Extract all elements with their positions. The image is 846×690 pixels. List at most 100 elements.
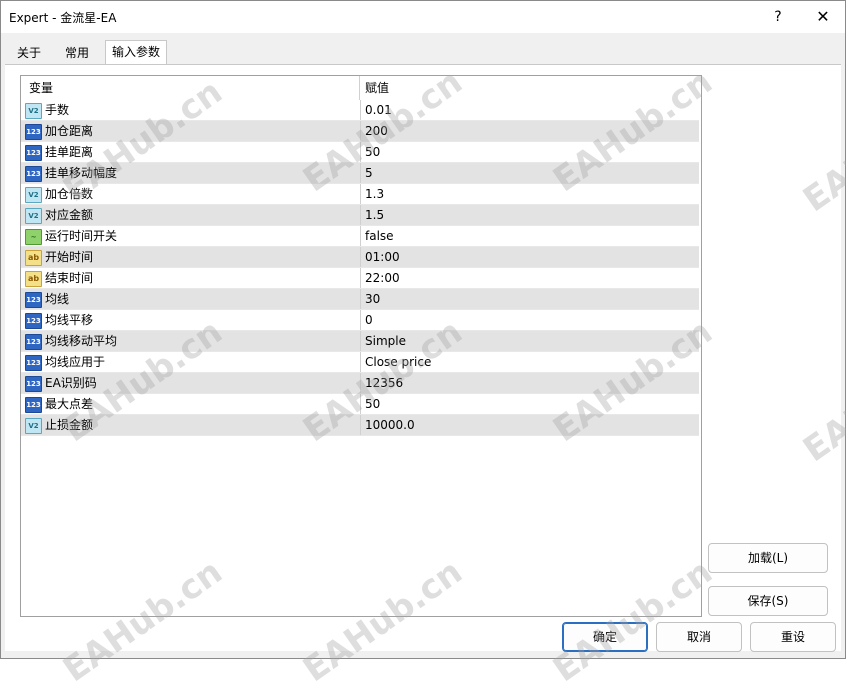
variable-cell: 123 挂单距离	[23, 142, 359, 163]
table-row[interactable]: 123 均线应用于 Close price	[21, 352, 699, 373]
table-row[interactable]: 123 最大点差 50	[21, 394, 699, 415]
cancel-button[interactable]: 取消	[656, 622, 742, 652]
variable-name: 挂单距离	[45, 145, 94, 159]
variable-cell: V2 止损金额	[23, 415, 359, 436]
variable-name: 挂单移动幅度	[45, 166, 118, 180]
value-cell[interactable]: false	[360, 226, 699, 247]
variable-value[interactable]: Close price	[365, 352, 431, 373]
int-type-icon: 123	[25, 166, 42, 182]
window-title: Expert - 金流星-EA	[9, 11, 117, 25]
variable-cell: ab 开始时间	[23, 247, 359, 268]
value-cell[interactable]: 10000.0	[360, 415, 699, 436]
variable-value[interactable]: 200	[365, 121, 388, 142]
value-cell[interactable]: 50	[360, 142, 699, 163]
dbl-type-icon: V2	[25, 418, 42, 434]
table-row[interactable]: V2 手数 0.01	[21, 100, 699, 121]
variable-value[interactable]: 01:00	[365, 247, 400, 268]
str-type-icon: ab	[25, 271, 42, 287]
variable-name: 加仓倍数	[45, 187, 94, 201]
variable-value[interactable]: 50	[365, 142, 380, 163]
value-cell[interactable]: Close price	[360, 352, 699, 373]
int-type-icon: 123	[25, 124, 42, 140]
variable-name: 运行时间开关	[45, 229, 118, 243]
table-row[interactable]: ~ 运行时间开关 false	[21, 226, 699, 247]
close-icon[interactable]: ✕	[809, 5, 837, 29]
tab-inputs[interactable]: 输入参数	[105, 40, 168, 65]
variable-cell: V2 对应金额	[23, 205, 359, 226]
reset-button[interactable]: 重设	[750, 622, 836, 652]
table-row[interactable]: 123 均线移动平均 Simple	[21, 331, 699, 352]
value-cell[interactable]: 50	[360, 394, 699, 415]
table-row[interactable]: V2 加仓倍数 1.3	[21, 184, 699, 205]
table-row[interactable]: 123 EA识别码 12356	[21, 373, 699, 394]
dbl-type-icon: V2	[25, 187, 42, 203]
variable-value[interactable]: 0	[365, 310, 373, 331]
variable-name: 加仓距离	[45, 124, 94, 138]
variable-value[interactable]: 5	[365, 163, 373, 184]
variable-cell: 123 最大点差	[23, 394, 359, 415]
header-value[interactable]: 赋值	[365, 76, 389, 100]
int-type-icon: 123	[25, 397, 42, 413]
dbl-type-icon: V2	[25, 208, 42, 224]
dbl-type-icon: V2	[25, 103, 42, 119]
variable-name: 均线	[45, 292, 70, 306]
variable-value[interactable]: 12356	[365, 373, 403, 394]
variable-cell: 123 均线平移	[23, 310, 359, 331]
int-type-icon: 123	[25, 145, 42, 161]
variable-value[interactable]: 10000.0	[365, 415, 415, 436]
variable-name: 均线移动平均	[45, 334, 118, 348]
int-type-icon: 123	[25, 376, 42, 392]
value-cell[interactable]: 30	[360, 289, 699, 310]
variable-value[interactable]: 1.5	[365, 205, 384, 226]
load-button[interactable]: 加载(L)	[708, 543, 828, 573]
title-bar: Expert - 金流星-EA ? ✕	[1, 1, 845, 33]
int-type-icon: 123	[25, 313, 42, 329]
variable-value[interactable]: 30	[365, 289, 380, 310]
value-cell[interactable]: 0	[360, 310, 699, 331]
variable-value[interactable]: 1.3	[365, 184, 384, 205]
parameters-grid[interactable]: 变量 赋值 V2 手数 0.01 123 加仓距离 200 123 挂单距离 50 123 挂单移动…	[20, 75, 702, 617]
value-cell[interactable]: Simple	[360, 331, 699, 352]
variable-value[interactable]: false	[365, 226, 394, 247]
value-cell[interactable]: 5	[360, 163, 699, 184]
variable-value[interactable]: 50	[365, 394, 380, 415]
table-row[interactable]: 123 均线平移 0	[21, 310, 699, 331]
tab-common[interactable]: 常用	[59, 43, 95, 63]
value-cell[interactable]: 1.3	[360, 184, 699, 205]
value-cell[interactable]: 0.01	[360, 100, 699, 121]
table-row[interactable]: V2 止损金额 10000.0	[21, 415, 699, 436]
variable-cell: 123 均线移动平均	[23, 331, 359, 352]
variable-name: 结束时间	[45, 271, 94, 285]
column-separator[interactable]	[359, 76, 360, 100]
tab-about[interactable]: 关于	[11, 43, 47, 63]
save-button[interactable]: 保存(S)	[708, 586, 828, 616]
variable-value[interactable]: 22:00	[365, 268, 400, 289]
value-cell[interactable]: 12356	[360, 373, 699, 394]
table-row[interactable]: ab 结束时间 22:00	[21, 268, 699, 289]
variable-name: 最大点差	[45, 397, 94, 411]
value-cell[interactable]: 1.5	[360, 205, 699, 226]
table-row[interactable]: 123 挂单距离 50	[21, 142, 699, 163]
table-row[interactable]: 123 挂单移动幅度 5	[21, 163, 699, 184]
variable-cell: 123 均线应用于	[23, 352, 359, 373]
header-variable[interactable]: 变量	[29, 76, 53, 100]
ok-button[interactable]: 确定	[562, 622, 648, 652]
table-row[interactable]: V2 对应金额 1.5	[21, 205, 699, 226]
row-divider	[21, 435, 699, 436]
variable-value[interactable]: 0.01	[365, 100, 392, 121]
value-cell[interactable]: 01:00	[360, 247, 699, 268]
value-cell[interactable]: 22:00	[360, 268, 699, 289]
table-row[interactable]: 123 加仓距离 200	[21, 121, 699, 142]
table-row[interactable]: ab 开始时间 01:00	[21, 247, 699, 268]
bool-type-icon: ~	[25, 229, 42, 245]
variable-cell: 123 均线	[23, 289, 359, 310]
variable-name: 开始时间	[45, 250, 94, 264]
grid-header: 变量 赋值	[21, 76, 701, 100]
value-cell[interactable]: 200	[360, 121, 699, 142]
variable-name: 对应金额	[45, 208, 94, 222]
variable-cell: 123 加仓距离	[23, 121, 359, 142]
variable-cell: 123 挂单移动幅度	[23, 163, 359, 184]
table-row[interactable]: 123 均线 30	[21, 289, 699, 310]
help-icon[interactable]: ?	[765, 5, 791, 29]
variable-value[interactable]: Simple	[365, 331, 406, 352]
